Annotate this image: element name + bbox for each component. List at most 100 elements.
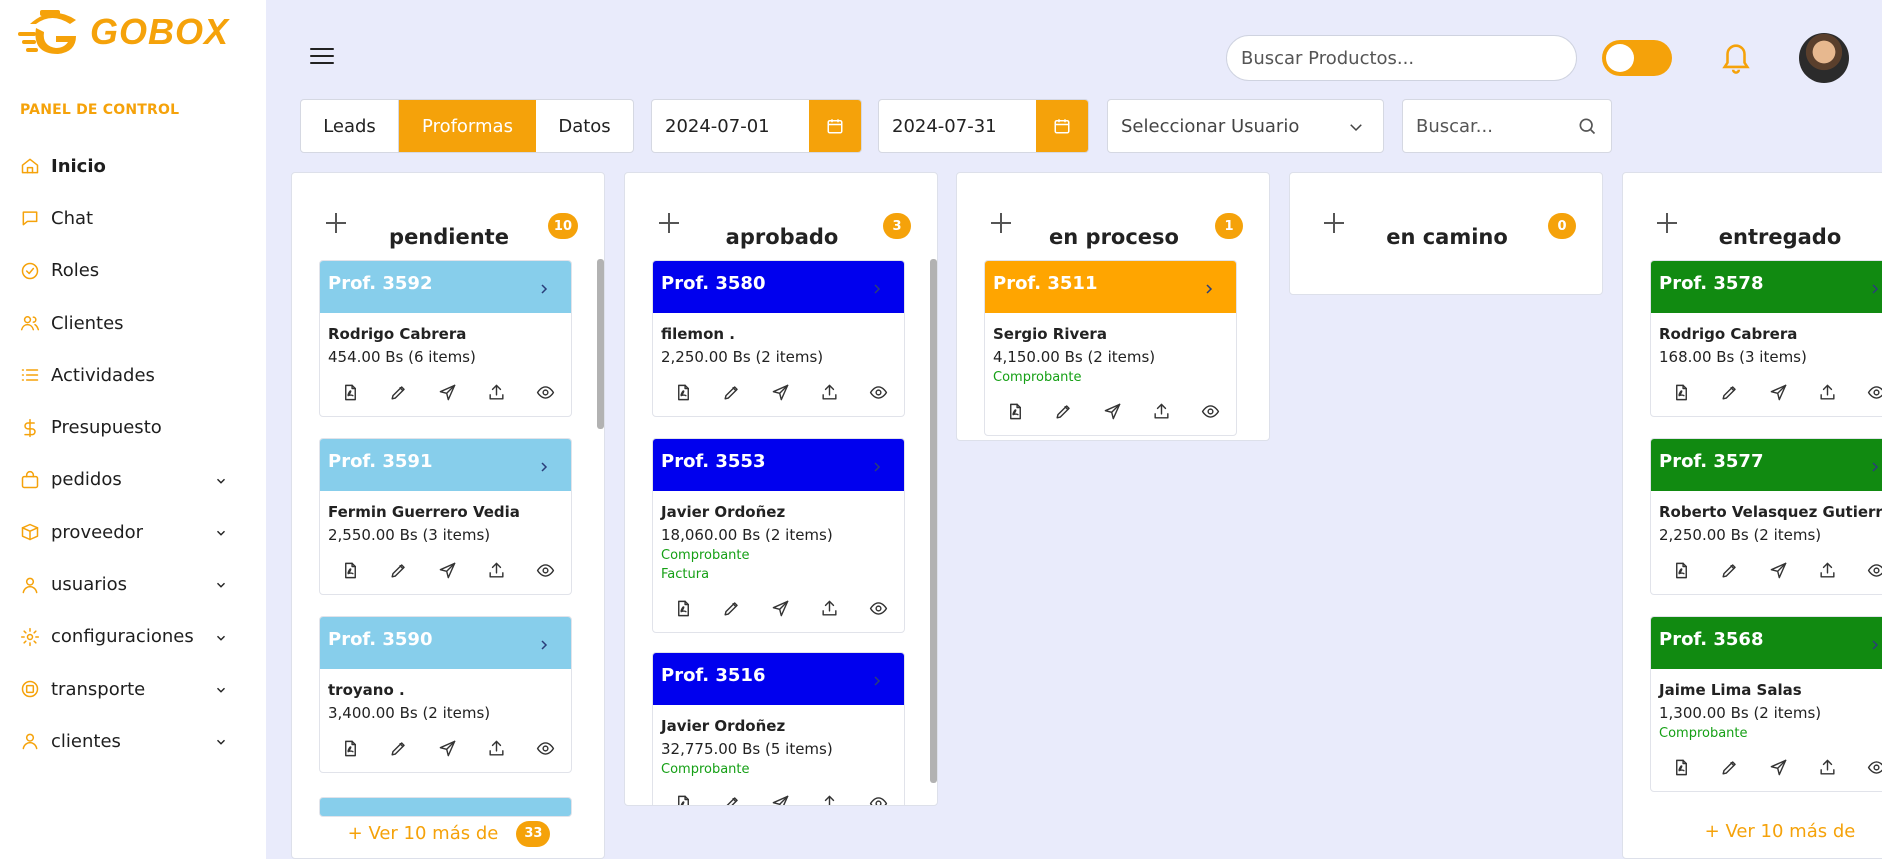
chevron-right-icon[interactable] (1869, 281, 1881, 300)
calendar-icon[interactable] (1036, 100, 1088, 152)
view-icon[interactable] (866, 380, 890, 404)
upload-icon[interactable] (484, 380, 508, 404)
upload-icon[interactable] (1815, 558, 1839, 582)
upload-icon[interactable] (817, 380, 841, 404)
document-tag[interactable]: Comprobante (661, 762, 904, 777)
edit-icon[interactable] (720, 380, 744, 404)
edit-icon[interactable] (387, 736, 411, 760)
chevron-right-icon[interactable] (1203, 281, 1215, 300)
pdf-icon[interactable] (671, 380, 695, 404)
send-icon[interactable] (436, 558, 460, 582)
date-to-field[interactable]: 2024-07-31 (878, 99, 1089, 153)
view-icon[interactable] (1864, 755, 1882, 779)
sidebar-item-clientes[interactable]: clientes (0, 715, 266, 767)
card-header[interactable]: Prof. 3511 (985, 261, 1236, 313)
view-icon[interactable] (533, 380, 557, 404)
view-icon[interactable] (1864, 380, 1882, 404)
card-header[interactable]: Prof. 3578 (1651, 261, 1882, 313)
sidebar-item-presupuesto[interactable]: Presupuesto (0, 401, 266, 453)
proforma-card[interactable] (319, 797, 572, 817)
send-icon[interactable] (769, 380, 793, 404)
card-header[interactable]: Prof. 3553 (653, 439, 904, 491)
search-icon[interactable] (1577, 116, 1597, 136)
send-icon[interactable] (1767, 380, 1791, 404)
send-icon[interactable] (1767, 558, 1791, 582)
pdf-icon[interactable] (1669, 755, 1693, 779)
sidebar-item-usuarios[interactable]: usuarios (0, 558, 266, 610)
calendar-icon[interactable] (809, 100, 861, 152)
send-icon[interactable] (1101, 399, 1125, 423)
proforma-card[interactable]: Prof. 3577 Roberto Velasquez Gutierrez 2,2… (1650, 438, 1882, 595)
upload-icon[interactable] (1149, 399, 1173, 423)
view-icon[interactable] (533, 558, 557, 582)
tab-leads[interactable]: Leads (301, 100, 399, 152)
column-scrollbar[interactable] (930, 259, 937, 783)
sidebar-item-chat[interactable]: Chat (0, 192, 266, 244)
edit-icon[interactable] (1718, 558, 1742, 582)
document-tag[interactable]: Comprobante (1659, 726, 1882, 741)
view-icon[interactable] (533, 736, 557, 760)
pdf-icon[interactable] (671, 596, 695, 620)
send-icon[interactable] (769, 791, 793, 805)
pdf-icon[interactable] (1003, 399, 1027, 423)
upload-icon[interactable] (817, 596, 841, 620)
pdf-icon[interactable] (338, 736, 362, 760)
pdf-icon[interactable] (1669, 558, 1693, 582)
view-icon[interactable] (1198, 399, 1222, 423)
chevron-right-icon[interactable] (538, 459, 550, 478)
chevron-right-icon[interactable] (871, 459, 883, 478)
edit-icon[interactable] (720, 596, 744, 620)
send-icon[interactable] (1767, 755, 1791, 779)
edit-icon[interactable] (387, 558, 411, 582)
upload-icon[interactable] (484, 558, 508, 582)
edit-icon[interactable] (720, 791, 744, 805)
proforma-search-input[interactable] (1416, 115, 1566, 137)
proforma-card[interactable]: Prof. 3516 Javier Ordoñez 32,775.00 Bs (5 … (652, 652, 905, 805)
logo[interactable]: GOBOX (18, 6, 229, 58)
date-from-value[interactable]: 2024-07-01 (652, 100, 809, 152)
proforma-card[interactable]: Prof. 3592 Rodrigo Cabrera 454.00 Bs (6 it… (319, 260, 572, 417)
edit-icon[interactable] (1718, 755, 1742, 779)
proforma-card[interactable]: Prof. 3553 Javier Ordoñez 18,060.00 Bs (2 … (652, 438, 905, 633)
avatar[interactable] (1799, 33, 1849, 83)
chevron-right-icon[interactable] (871, 673, 883, 692)
card-header[interactable]: Prof. 3577 (1651, 439, 1882, 491)
date-from-field[interactable]: 2024-07-01 (651, 99, 862, 153)
sidebar-item-transporte[interactable]: transporte (0, 663, 266, 715)
chevron-right-icon[interactable] (1869, 637, 1881, 656)
load-more-link[interactable]: + Ver 10 más de 33 (292, 821, 604, 847)
card-header[interactable]: Prof. 3592 (320, 261, 571, 313)
view-icon[interactable] (866, 596, 890, 620)
tab-proformas[interactable]: Proformas (399, 100, 536, 152)
card-header[interactable]: Prof. 3590 (320, 617, 571, 669)
sidebar-item-inicio[interactable]: Inicio (0, 140, 266, 192)
edit-icon[interactable] (1052, 399, 1076, 423)
document-tag[interactable]: Comprobante (993, 370, 1236, 385)
proforma-card[interactable]: Prof. 3590 troyano . 3,400.00 Bs (2 items) (319, 616, 572, 773)
chevron-right-icon[interactable] (538, 281, 550, 300)
card-header[interactable]: Prof. 3516 (653, 653, 904, 705)
chevron-right-icon[interactable] (1869, 459, 1881, 478)
send-icon[interactable] (769, 596, 793, 620)
sidebar-item-clientes[interactable]: Clientes (0, 297, 266, 349)
upload-icon[interactable] (817, 791, 841, 805)
bell-icon[interactable] (1719, 38, 1753, 80)
proforma-card[interactable]: Prof. 3511 Sergio Rivera 4,150.00 Bs (2 it… (984, 260, 1237, 436)
upload-icon[interactable] (484, 736, 508, 760)
send-icon[interactable] (436, 380, 460, 404)
document-tag[interactable]: Factura (661, 567, 904, 582)
load-more-link[interactable]: + Ver 10 más de (1623, 821, 1882, 842)
chevron-right-icon[interactable] (871, 281, 883, 300)
sidebar-item-actividades[interactable]: Actividades (0, 349, 266, 401)
send-icon[interactable] (436, 736, 460, 760)
menu-toggle-icon[interactable] (310, 48, 334, 66)
pdf-icon[interactable] (338, 558, 362, 582)
sidebar-item-configuraciones[interactable]: configuraciones (0, 611, 266, 663)
card-header[interactable]: Prof. 3568 (1651, 617, 1882, 669)
date-to-value[interactable]: 2024-07-31 (879, 100, 1036, 152)
proforma-card[interactable]: Prof. 3578 Rodrigo Cabrera 168.00 Bs (3 it… (1650, 260, 1882, 417)
card-header[interactable]: Prof. 3580 (653, 261, 904, 313)
pdf-icon[interactable] (1669, 380, 1693, 404)
proforma-card[interactable]: Prof. 3580 filemon . 2,250.00 Bs (2 items) (652, 260, 905, 417)
view-icon[interactable] (866, 791, 890, 805)
